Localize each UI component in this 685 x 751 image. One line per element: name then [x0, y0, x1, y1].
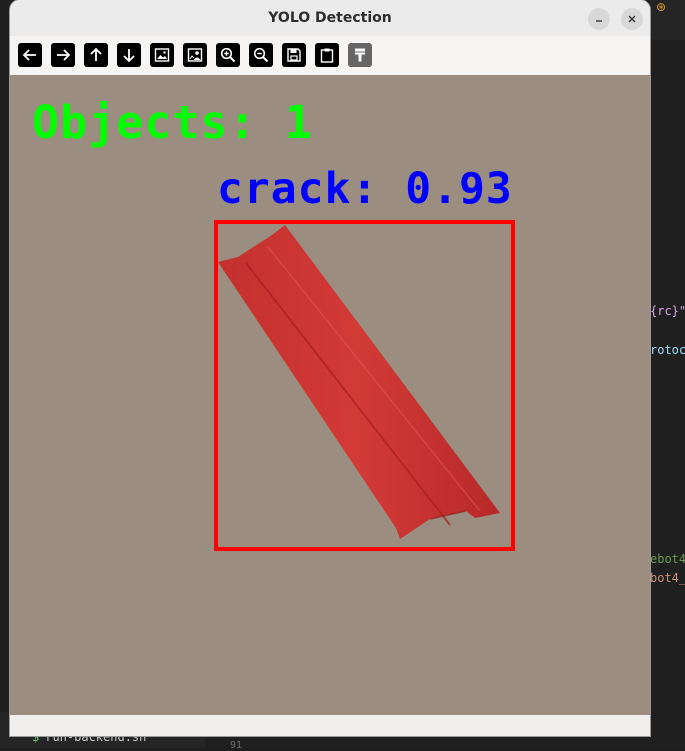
zoom-in-button[interactable] — [215, 42, 241, 68]
clipboard-icon — [320, 48, 334, 63]
up-button[interactable] — [83, 42, 109, 68]
close-button[interactable] — [621, 8, 643, 30]
zoom-in-icon — [220, 47, 236, 63]
save-icon — [287, 48, 301, 62]
arrow-right-icon — [57, 49, 71, 61]
line-number: 91 — [230, 740, 243, 751]
title-bar[interactable]: YOLO Detection — [10, 0, 650, 36]
zoom-out-icon — [253, 47, 269, 63]
detection-image: Objects: 1 crack: 0.93 — [10, 75, 650, 715]
status-bar — [10, 715, 650, 736]
detection-label: crack: 0.93 — [217, 164, 513, 214]
arrow-up-icon — [90, 47, 102, 61]
objects-count-label: Objects: 1 — [32, 96, 313, 149]
editor-code-line: ebot4 — [650, 552, 685, 566]
minimize-icon — [596, 20, 602, 22]
window-title: YOLO Detection — [268, 10, 392, 26]
editor-code-line: {rc}" — [650, 304, 685, 318]
image-person-icon — [187, 48, 203, 62]
editor-code-line: rotoc — [650, 343, 685, 357]
paint-brush-icon — [355, 48, 365, 62]
toolbar — [10, 36, 650, 75]
zoom-out-button[interactable] — [248, 42, 274, 68]
back-button[interactable] — [17, 42, 43, 68]
image-icon — [154, 48, 170, 62]
save-button[interactable] — [281, 42, 307, 68]
rss-icon: ⊛ — [656, 0, 667, 14]
forward-button[interactable] — [50, 42, 76, 68]
clipboard-button[interactable] — [314, 42, 340, 68]
image-person-button[interactable] — [182, 42, 208, 68]
close-icon — [628, 15, 636, 23]
down-button[interactable] — [116, 42, 142, 68]
editor-tab-strip: ⊛ — [650, 0, 685, 40]
minimize-button[interactable] — [588, 8, 610, 30]
yolo-detection-window: YOLO Detection Objects: 1 crack: 0.93 — [10, 0, 650, 736]
arrow-down-icon — [123, 49, 135, 63]
detection-image-view[interactable]: Objects: 1 crack: 0.93 — [10, 75, 650, 715]
properties-button[interactable] — [347, 42, 373, 68]
image-button[interactable] — [149, 42, 175, 68]
editor-code-line: bot4_ — [650, 571, 685, 585]
arrow-left-icon — [22, 49, 36, 61]
